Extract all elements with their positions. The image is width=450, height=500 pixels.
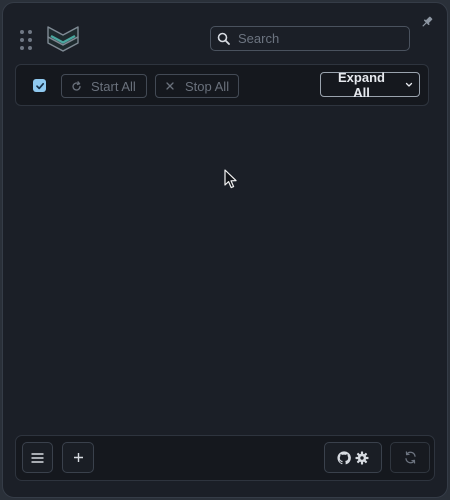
- drag-handle-icon[interactable]: [20, 30, 34, 52]
- add-button[interactable]: [62, 442, 94, 473]
- refresh-button[interactable]: [390, 442, 430, 473]
- action-toolbar: Start All Stop All Expand All: [15, 64, 429, 106]
- footer-bar: [15, 435, 435, 481]
- app-window: Start All Stop All Expand All: [2, 2, 448, 498]
- start-all-label: Start All: [91, 78, 136, 94]
- gear-icon[interactable]: [355, 451, 369, 465]
- container-list: [15, 113, 429, 431]
- plus-icon: [73, 453, 83, 462]
- github-icon[interactable]: [337, 450, 351, 465]
- start-all-button[interactable]: Start All: [61, 74, 147, 98]
- tools-button-group: [324, 442, 382, 473]
- expand-all-label: Expand All: [338, 69, 385, 100]
- refresh-icon: [404, 451, 416, 464]
- close-icon: [164, 80, 176, 92]
- menu-icon: [31, 452, 44, 463]
- chevron-down-icon: [405, 82, 413, 88]
- restart-icon: [70, 80, 82, 92]
- stop-all-button[interactable]: Stop All: [155, 74, 239, 98]
- checkmark-icon: [35, 82, 44, 89]
- search-input[interactable]: [236, 30, 396, 47]
- mouse-cursor-icon: [224, 169, 237, 189]
- search-icon: [217, 32, 230, 45]
- select-all-checkbox[interactable]: [33, 79, 46, 92]
- search-box[interactable]: [210, 26, 410, 51]
- stop-all-label: Stop All: [185, 78, 230, 94]
- menu-button[interactable]: [22, 442, 53, 473]
- logo-icon: [47, 26, 79, 52]
- pin-icon[interactable]: [420, 15, 434, 29]
- expand-all-button[interactable]: Expand All: [320, 69, 420, 100]
